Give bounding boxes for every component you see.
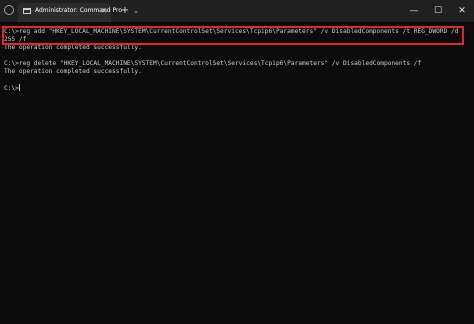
text-cursor [18, 84, 20, 91]
terminal-icon [23, 8, 31, 14]
maximize-button[interactable]: ☐ [426, 0, 450, 22]
console-output[interactable]: C:\>reg add "HKEY_LOCAL_MACHINE\SYSTEM\C… [2, 26, 470, 92]
chevron-down-icon[interactable]: ⌄ [130, 5, 142, 17]
terminal-window: Administrator: Command Pro ✕ + ⌄ — ☐ ✕ C… [0, 0, 474, 324]
console-line: The operation completed successfully. [4, 68, 142, 75]
tab-title: Administrator: Command Pro [35, 7, 122, 14]
scrollbar[interactable] [469, 24, 473, 322]
command-highlight-box [2, 26, 464, 45]
prompt-line[interactable]: C:\> [4, 84, 470, 92]
minimize-button[interactable]: — [402, 0, 426, 22]
title-bar: Administrator: Command Pro ✕ + ⌄ — ☐ ✕ [0, 0, 474, 22]
shield-icon [4, 5, 14, 15]
tab-command-prompt[interactable]: Administrator: Command Pro ✕ [18, 3, 122, 22]
window-controls: — ☐ ✕ [402, 0, 474, 22]
tab-close-icon[interactable]: ✕ [101, 7, 107, 15]
console-line: C:\>reg delete "HKEY_LOCAL_MACHINE\SYSTE… [4, 60, 422, 67]
close-button[interactable]: ✕ [450, 0, 474, 22]
console-line: The operation completed successfully. [4, 44, 142, 51]
prompt-text: C:\> [4, 85, 19, 92]
